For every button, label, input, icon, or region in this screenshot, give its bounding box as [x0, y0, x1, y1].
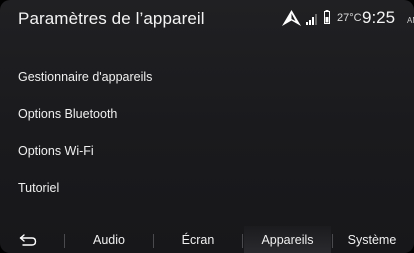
- tab-systeme[interactable]: Système: [334, 226, 410, 253]
- tab-label: Système: [347, 232, 397, 247]
- tab-appareils[interactable]: Appareils: [244, 226, 331, 253]
- tab-label: Appareils: [261, 232, 314, 247]
- tab-audio[interactable]: Audio: [66, 226, 152, 253]
- clock: 9:25: [362, 8, 396, 27]
- tab-label: Écran: [181, 232, 215, 247]
- outside-temperature: 27°C: [337, 12, 362, 24]
- clock-ampm: AM: [407, 16, 414, 25]
- menu-item-tutorial[interactable]: Tutoriel: [0, 174, 414, 204]
- menu-item-label: Options Bluetooth: [18, 107, 118, 121]
- status-area: 27°C 9:25 AM: [282, 8, 414, 30]
- title-bar: Paramètres de l’appareil 27°C 9:25 AM: [0, 0, 414, 40]
- menu-item-label: Options Wi-Fi: [18, 144, 94, 158]
- tab-ecran[interactable]: Écran: [155, 226, 241, 253]
- menu-item-label: Gestionnaire d'appareils: [18, 70, 153, 84]
- back-button[interactable]: [8, 226, 48, 253]
- signal-strength-icon: [306, 14, 317, 25]
- tab-divider: [332, 234, 333, 248]
- menu-item-wifi-options[interactable]: Options Wi-Fi: [0, 137, 414, 167]
- tab-divider: [242, 234, 243, 248]
- tab-divider: [64, 234, 65, 248]
- menu-item-label: Tutoriel: [18, 181, 60, 195]
- menu-item-bluetooth-options[interactable]: Options Bluetooth: [0, 100, 414, 130]
- bottom-tab-bar: Audio Écran Appareils Système: [0, 226, 414, 253]
- tab-label: Audio: [93, 232, 125, 247]
- device-settings-screen: Paramètres de l’appareil 27°C 9:25 AM: [0, 0, 414, 253]
- tab-divider: [153, 234, 154, 248]
- battery-icon: [324, 10, 330, 24]
- back-arrow-icon: [19, 233, 37, 246]
- page-title: Paramètres de l’appareil: [18, 9, 205, 28]
- navigation-arrow-icon: [282, 10, 301, 26]
- menu-item-device-manager[interactable]: Gestionnaire d'appareils: [0, 63, 414, 93]
